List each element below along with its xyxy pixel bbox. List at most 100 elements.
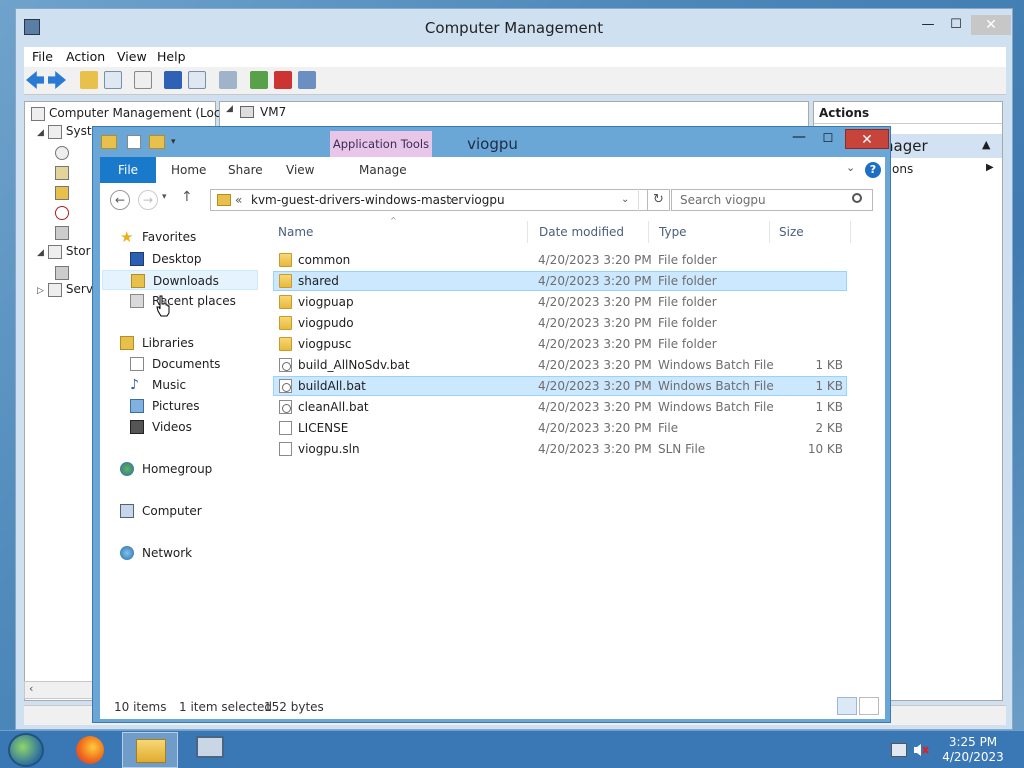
search-input[interactable]: Search viogpu [671,189,873,211]
tab-view[interactable]: View [286,163,314,177]
nav-homegroup[interactable]: Homegroup [100,459,260,479]
file-row[interactable]: viogpuap 4/20/2023 3:20 PM File folder [273,292,847,312]
file-size: 1 KB [815,400,843,414]
column-divider[interactable] [527,221,528,243]
tab-manage[interactable]: Manage [359,163,407,177]
expand-ribbon-icon[interactable]: ⌄ [846,161,855,174]
large-icons-view-button[interactable] [859,697,879,715]
nav-desktop[interactable]: Desktop [100,249,260,269]
column-divider[interactable] [648,221,649,243]
file-row[interactable]: shared 4/20/2023 3:20 PM File folder [273,271,847,291]
taskbar-explorer-button[interactable] [122,732,178,768]
cm-close-button[interactable]: ✕ [971,15,1011,35]
file-row[interactable]: viogpu.sln 4/20/2023 3:20 PM SLN File 10… [273,439,847,459]
cm-maximize-button[interactable]: ☐ [941,15,971,35]
cm-menu-file[interactable]: File [32,49,53,64]
file-row[interactable]: viogpusc 4/20/2023 3:20 PM File folder [273,334,847,354]
cm-titlebar[interactable]: Computer Management — ☐ ✕ [16,9,1012,47]
file-row[interactable]: cleanAll.bat 4/20/2023 3:20 PM Windows B… [273,397,847,417]
nav-libraries[interactable]: Libraries [100,333,260,353]
collapse-arrow-icon[interactable]: ▲ [982,138,990,151]
tab-home[interactable]: Home [171,163,206,177]
expand-arrow-icon[interactable]: ◢ [37,128,44,138]
nav-music[interactable]: ♪ Music [100,375,260,395]
back-button[interactable]: ← [110,190,130,210]
uninstall-icon[interactable] [274,71,292,89]
shared-folders-icon [55,186,69,200]
explorer-minimize-button[interactable]: — [786,129,812,149]
tab-file[interactable]: File [100,157,156,183]
cm-menu-view[interactable]: View [117,49,147,64]
back-arrow-icon[interactable] [26,71,44,89]
file-row[interactable]: LICENSE 4/20/2023 3:20 PM File 2 KB [273,418,847,438]
tree-item-system-tools[interactable]: ◢ Syst [37,124,92,142]
expand-arrow-icon[interactable]: ◢ [226,104,233,114]
cm-minimize-button[interactable]: — [913,15,943,35]
forward-button[interactable]: → [138,190,158,210]
tab-share[interactable]: Share [228,163,263,177]
tree-item-root[interactable]: Computer Management (Local [31,106,231,124]
details-view-button[interactable] [837,697,857,715]
address-separator[interactable]: › [449,190,454,210]
file-date: 4/20/2023 3:20 PM [538,337,652,351]
nav-videos[interactable]: Videos [100,417,260,437]
tree-item-storage[interactable]: ◢ Stor [37,244,91,262]
taskbar-computer-management-button[interactable] [182,732,238,768]
enable-device-icon[interactable] [298,71,316,89]
device-tree-root[interactable]: VM7 [260,105,286,119]
explorer-window[interactable]: ▾ Application Tools viogpu — ☐ ✕ File Ho… [92,126,891,723]
address-bar[interactable]: « kvm-guest-drivers-windows-master › vio… [210,189,648,211]
network-icon[interactable] [891,743,907,757]
column-header-date-modified[interactable]: Date modified [539,225,624,239]
column-divider[interactable] [769,221,770,243]
search-icon[interactable] [852,193,862,203]
recent-locations-icon[interactable]: ▾ [162,192,167,202]
scan-icon[interactable] [219,71,237,89]
up-folder-icon[interactable] [80,71,98,89]
clock-time[interactable]: 3:25 PM [930,735,1016,749]
column-divider[interactable] [850,221,851,243]
show-hide-tree-icon[interactable] [104,71,122,89]
scroll-left-icon[interactable]: ‹ [29,682,33,695]
address-overflow[interactable]: « [235,190,242,210]
column-header-name[interactable]: Name [278,225,313,239]
column-header-type[interactable]: Type [659,225,687,239]
taskbar-firefox-button[interactable] [62,732,118,768]
refresh-icon[interactable]: ↻ [648,189,670,211]
cm-menu-help[interactable]: Help [157,49,186,64]
tree-item-services[interactable]: ▷ Serv [37,282,93,300]
expand-arrow-icon[interactable]: ◢ [37,248,44,258]
address-dropdown-icon[interactable]: ⌄ [621,190,629,210]
nav-computer[interactable]: Computer [100,501,260,521]
start-button[interactable] [8,733,44,767]
file-row[interactable]: buildAll.bat 4/20/2023 3:20 PM Windows B… [273,376,847,396]
address-segment-parent[interactable]: kvm-guest-drivers-windows-master [251,190,463,210]
file-date: 4/20/2023 3:20 PM [538,253,652,267]
nav-network[interactable]: Network [100,543,260,563]
address-segment-current[interactable]: viogpu [464,190,505,210]
up-arrow-icon[interactable]: ↑ [181,189,193,205]
file-row[interactable]: common 4/20/2023 3:20 PM File folder [273,250,847,270]
cm-menu-action[interactable]: Action [66,49,105,64]
device-manager-icon [55,226,69,240]
properties-icon[interactable] [134,71,152,89]
file-row[interactable]: build_AllNoSdv.bat 4/20/2023 3:20 PM Win… [273,355,847,375]
explorer-maximize-button[interactable]: ☐ [815,129,841,149]
nav-downloads[interactable]: Downloads [102,270,258,290]
nav-pictures[interactable]: Pictures [100,396,260,416]
help-icon[interactable] [164,71,182,89]
help-icon[interactable]: ? [865,162,881,178]
action-pane-icon[interactable] [188,71,206,89]
collapse-arrow-icon[interactable]: ▷ [37,286,44,296]
clock-date[interactable]: 4/20/2023 [930,750,1016,764]
nav-recent-places[interactable]: Recent places [100,291,260,311]
nav-documents[interactable]: Documents [100,354,260,374]
volume-muted-icon[interactable] [913,743,929,757]
explorer-close-button[interactable]: ✕ [845,129,889,149]
forward-arrow-icon[interactable] [48,71,66,89]
file-row[interactable]: viogpudo 4/20/2023 3:20 PM File folder [273,313,847,333]
column-header-size[interactable]: Size [779,225,804,239]
nav-favorites[interactable]: ★ Favorites [100,227,260,247]
update-driver-icon[interactable] [250,71,268,89]
submenu-arrow-icon: ▶ [986,162,994,173]
